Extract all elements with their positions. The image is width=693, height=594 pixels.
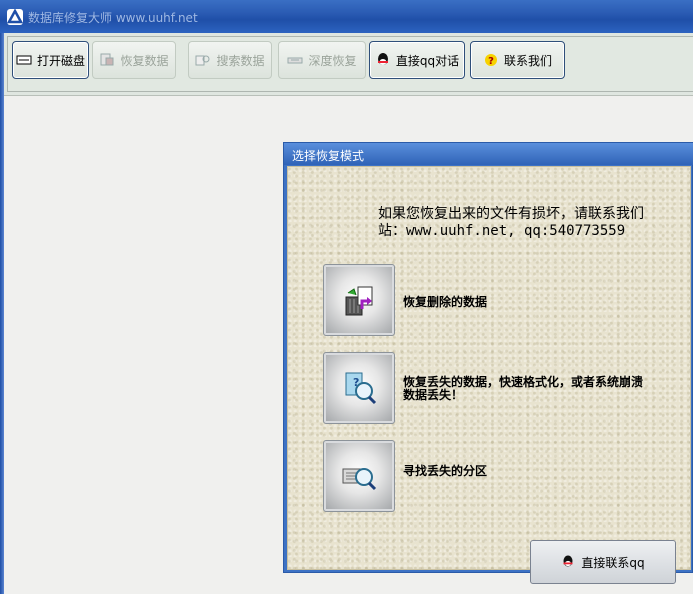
dialog-body: 如果您恢复出来的文件有损坏，请联系我们 站：www.uuhf.net, qq:5… — [287, 166, 693, 584]
deep-recover-label: 深度恢复 — [308, 53, 357, 68]
svg-text:?: ? — [488, 56, 494, 67]
recover-lost-label: 恢复丢失的数据，快速格式化，或者系统崩溃 数据丢失！ — [403, 376, 693, 402]
deep-recover-button[interactable]: 深度恢复 — [278, 41, 366, 79]
contact-us-label: 联系我们 — [503, 53, 552, 68]
qq-icon — [375, 53, 391, 67]
app-logo-icon — [7, 9, 23, 25]
recover-icon — [99, 53, 115, 67]
recover-data-button[interactable]: 恢复数据 — [92, 41, 176, 79]
magnifier-document-icon: ? — [345, 372, 377, 405]
recycle-bin-icon — [345, 286, 373, 316]
window-title-bar[interactable]: 数据库修复大师 www.uuhf.net — [0, 0, 693, 34]
recover-data-label: 恢复数据 — [120, 53, 169, 68]
find-partition-button[interactable] — [323, 440, 395, 512]
find-partition-label: 寻找丢失的分区 — [403, 464, 488, 478]
open-disk-label: 打开磁盘 — [36, 53, 85, 68]
recover-deleted-button[interactable] — [323, 264, 395, 336]
deep-recover-icon — [287, 53, 303, 67]
search-data-icon — [195, 53, 211, 67]
recovery-mode-dialog: 选择恢复模式 如果您恢复出来的文件有损坏，请联系我们 站：www.uuhf.ne… — [283, 142, 693, 584]
toolbar: 打开磁盘 恢复数据 搜索数据 深度恢复 直接qq对话 ? 联系我们 — [4, 33, 693, 96]
search-data-button[interactable]: 搜索数据 — [188, 41, 272, 79]
dialog-title: 选择恢复模式 — [292, 149, 365, 163]
contact-message: 如果您恢复出来的文件有损坏，请联系我们 站：www.uuhf.net, qq:5… — [378, 206, 693, 240]
dialog-title-bar[interactable]: 选择恢复模式 — [284, 143, 693, 165]
window-title: 数据库修复大师 www.uuhf.net — [28, 11, 198, 25]
contact-qq-button[interactable]: 直接联系qq — [530, 540, 676, 584]
qq-chat-button[interactable]: 直接qq对话 — [369, 41, 465, 79]
partition-search-icon — [342, 468, 377, 491]
recover-lost-button[interactable]: ? — [323, 352, 395, 424]
qq-chat-label: 直接qq对话 — [395, 53, 460, 68]
recover-lost-label-line-2: 数据丢失！ — [403, 388, 464, 402]
contact-message-line-2: 站：www.uuhf.net, qq:540773559 — [378, 223, 626, 239]
contact-qq-label: 直接联系qq — [581, 555, 645, 570]
contact-message-line-1: 如果您恢复出来的文件有损坏，请联系我们 — [378, 206, 644, 222]
open-disk-button[interactable]: 打开磁盘 — [12, 41, 89, 79]
disk-icon — [16, 53, 32, 67]
help-icon: ? — [483, 53, 499, 67]
qq-icon — [561, 555, 575, 569]
contact-us-button[interactable]: ? 联系我们 — [470, 41, 565, 79]
recover-deleted-label: 恢复删除的数据 — [403, 295, 488, 309]
search-data-label: 搜索数据 — [216, 53, 265, 68]
